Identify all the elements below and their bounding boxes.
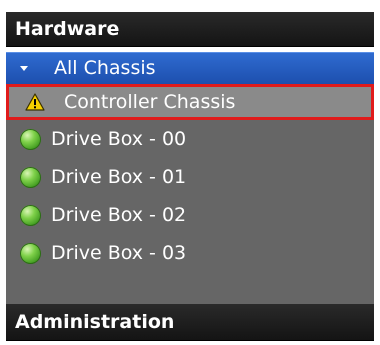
expand-caret-icon[interactable]: [20, 66, 28, 71]
tree-item-label: Drive Box - 00: [51, 128, 187, 150]
tree-item-drive-box-00[interactable]: Drive Box - 00: [6, 121, 374, 157]
navigation-panel: Hardware All Chassis Controller Chassis …: [0, 0, 380, 345]
tree-item-label: Controller Chassis: [64, 91, 236, 113]
administration-section-header[interactable]: Administration: [6, 304, 374, 341]
tree-item-label: Drive Box - 03: [51, 242, 187, 264]
hardware-section-header[interactable]: Hardware: [6, 12, 374, 47]
tree-item-controller-chassis[interactable]: Controller Chassis: [6, 84, 374, 120]
tree-item-drive-box-01[interactable]: Drive Box - 01: [6, 159, 374, 195]
tree-item-label: Drive Box - 01: [51, 166, 187, 188]
warning-icon: [25, 93, 45, 111]
all-chassis-label: All Chassis: [54, 57, 156, 79]
chassis-tree: Controller Chassis Drive Box - 00 Drive …: [6, 84, 374, 304]
tree-item-drive-box-02[interactable]: Drive Box - 02: [6, 197, 374, 233]
status-ok-icon: [20, 129, 41, 150]
all-chassis-tree-node[interactable]: All Chassis: [6, 52, 374, 84]
tree-item-drive-box-03[interactable]: Drive Box - 03: [6, 235, 374, 271]
status-ok-icon: [20, 243, 41, 264]
tree-item-label: Drive Box - 02: [51, 204, 187, 226]
status-ok-icon: [20, 205, 41, 226]
status-ok-icon: [20, 167, 41, 188]
